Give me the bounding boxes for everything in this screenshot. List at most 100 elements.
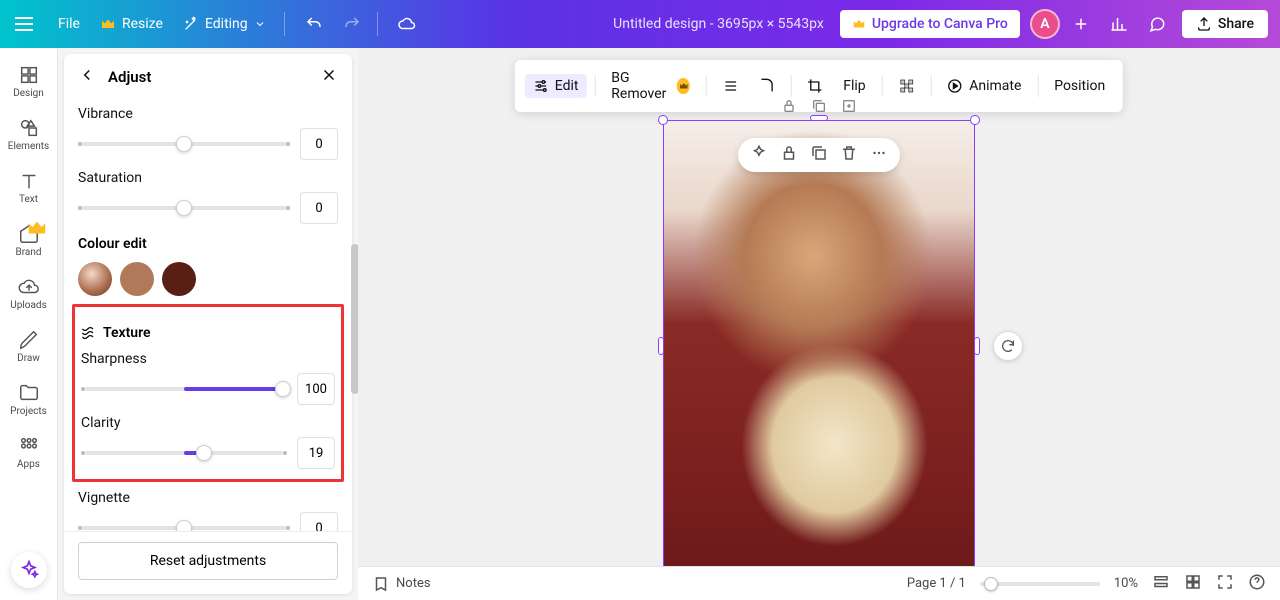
upgrade-button[interactable]: Upgrade to Canva Pro: [840, 10, 1020, 38]
ai-icon[interactable]: [750, 144, 768, 166]
transparency-button[interactable]: [890, 74, 922, 98]
resize-handle[interactable]: [810, 115, 828, 121]
back-button[interactable]: [78, 66, 96, 88]
position-button[interactable]: Position: [1046, 74, 1113, 98]
menu-hamburger-icon[interactable]: [12, 12, 36, 36]
resize-handle[interactable]: [658, 115, 668, 125]
lock-icon[interactable]: [780, 144, 798, 166]
clarity-slider[interactable]: [81, 445, 287, 461]
saturation-label: Saturation: [78, 170, 338, 186]
rail-elements[interactable]: Elements: [0, 109, 58, 160]
canvas-area[interactable]: Edit BG Remover Flip Animate Position: [358, 48, 1280, 566]
view-grid-icon[interactable]: [1184, 573, 1202, 595]
corner-radius-button[interactable]: [750, 74, 782, 98]
divider: [377, 12, 378, 36]
file-label: File: [58, 16, 80, 32]
colour-swatch-1[interactable]: [78, 262, 112, 296]
align-icon: [722, 78, 738, 94]
colour-edit-heading: Colour edit: [78, 236, 338, 252]
analytics-icon[interactable]: [1102, 7, 1136, 41]
rotate-button[interactable]: [993, 331, 1023, 361]
crown-icon: [100, 16, 116, 32]
colour-swatch-3[interactable]: [162, 262, 196, 296]
vignette-label: Vignette: [78, 490, 338, 506]
editing-label: Editing: [205, 16, 248, 32]
trash-icon[interactable]: [840, 144, 858, 166]
rail-design[interactable]: Design: [0, 56, 58, 107]
sharpness-value[interactable]: 100: [297, 373, 335, 405]
file-menu[interactable]: File: [48, 10, 90, 38]
crown-icon: [852, 17, 866, 31]
close-button[interactable]: [320, 66, 338, 88]
edit-button[interactable]: Edit: [525, 74, 587, 98]
reset-adjustments-button[interactable]: Reset adjustments: [78, 542, 338, 580]
editing-dropdown[interactable]: Editing: [173, 10, 276, 38]
add-page-icon[interactable]: [841, 98, 857, 118]
add-member-button[interactable]: [1064, 7, 1098, 41]
flip-button[interactable]: Flip: [835, 74, 873, 98]
rail-text[interactable]: Text: [0, 162, 58, 213]
undo-button[interactable]: [297, 7, 331, 41]
sharpness-slider[interactable]: [81, 381, 287, 397]
vibrance-value[interactable]: 0: [300, 128, 338, 160]
rail-uploads[interactable]: Uploads: [0, 268, 58, 319]
notes-icon: [372, 575, 390, 593]
crop-button[interactable]: [799, 74, 831, 98]
divider: [284, 12, 285, 36]
align-button[interactable]: [714, 74, 746, 98]
animate-button[interactable]: Animate: [939, 74, 1029, 98]
vibrance-label: Vibrance: [78, 106, 338, 122]
resize-handle[interactable]: [974, 337, 980, 355]
more-icon[interactable]: [870, 144, 888, 166]
rail-projects[interactable]: Projects: [0, 374, 58, 425]
rail-brand[interactable]: Brand: [0, 215, 58, 266]
upgrade-label: Upgrade to Canva Pro: [872, 16, 1008, 32]
page-indicator[interactable]: Page 1 / 1: [907, 576, 966, 591]
corner-icon: [758, 78, 774, 94]
magic-wand-icon: [183, 16, 199, 32]
share-button[interactable]: Share: [1182, 10, 1268, 38]
texture-section-highlight: Texture Sharpness 100 Clarity: [72, 304, 344, 482]
crown-icon: [677, 78, 689, 94]
context-bar: [738, 138, 900, 172]
document-title[interactable]: Untitled design - 3695px × 5543px: [613, 16, 824, 32]
comment-icon[interactable]: [1140, 7, 1174, 41]
resize-button[interactable]: Resize: [90, 10, 173, 38]
adjust-panel: Adjust Vibrance 0 Saturation: [58, 48, 358, 600]
rail-apps[interactable]: Apps: [0, 427, 58, 478]
clarity-label: Clarity: [81, 415, 335, 431]
vignette-value[interactable]: 0: [300, 512, 338, 531]
lock-icon[interactable]: [781, 98, 797, 118]
panel-header: Adjust: [64, 54, 352, 100]
vibrance-slider[interactable]: [78, 136, 290, 152]
help-icon[interactable]: [1248, 573, 1266, 595]
avatar[interactable]: A: [1030, 9, 1060, 39]
magic-ai-button[interactable]: [11, 552, 47, 588]
texture-icon: [81, 325, 97, 341]
copy-icon[interactable]: [810, 144, 828, 166]
zoom-value[interactable]: 10%: [1114, 576, 1138, 591]
animate-icon: [947, 78, 963, 94]
selected-image[interactable]: [663, 120, 975, 572]
redo-button[interactable]: [335, 7, 369, 41]
colour-swatch-2[interactable]: [120, 262, 154, 296]
notes-button[interactable]: Notes: [372, 575, 431, 593]
top-bar: File Resize Editing Untitled design - 36…: [0, 0, 1280, 48]
vignette-slider[interactable]: [78, 520, 290, 531]
cloud-sync-icon[interactable]: [390, 7, 424, 41]
resize-handle[interactable]: [658, 337, 664, 355]
resize-handle[interactable]: [970, 115, 980, 125]
fullscreen-icon[interactable]: [1216, 573, 1234, 595]
bottom-bar: Notes Page 1 / 1 10%: [358, 566, 1280, 600]
zoom-slider[interactable]: [980, 582, 1100, 586]
saturation-slider[interactable]: [78, 200, 290, 216]
bg-remover-button[interactable]: BG Remover: [603, 66, 697, 106]
transparency-icon: [898, 78, 914, 94]
rail-draw[interactable]: Draw: [0, 321, 58, 372]
saturation-value[interactable]: 0: [300, 192, 338, 224]
view-list-icon[interactable]: [1152, 573, 1170, 595]
clarity-value[interactable]: 19: [297, 437, 335, 469]
panel-scroll[interactable]: Vibrance 0 Saturation 0: [64, 100, 352, 531]
avatar-initial: A: [1040, 16, 1049, 32]
resize-label: Resize: [122, 16, 163, 32]
